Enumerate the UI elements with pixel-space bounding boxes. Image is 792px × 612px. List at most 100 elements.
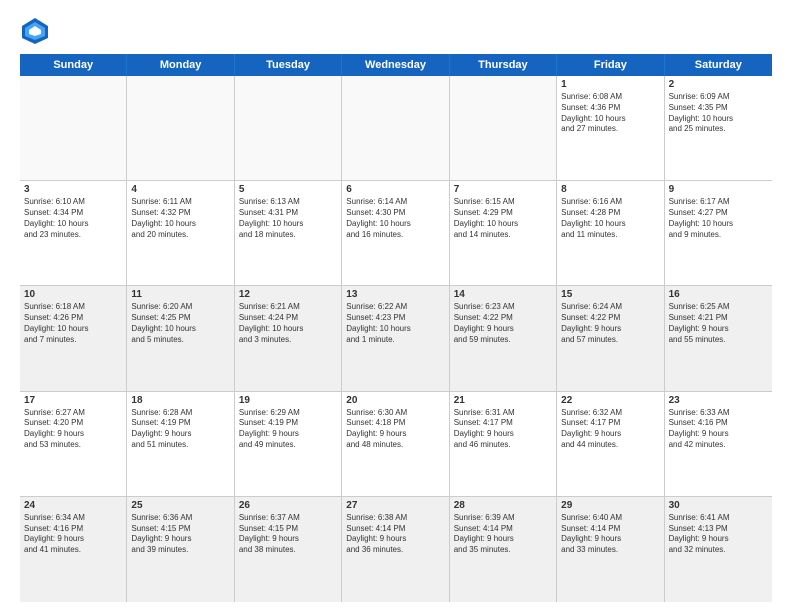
day-number: 11 <box>131 289 229 300</box>
day-number: 19 <box>239 395 337 406</box>
day-number: 18 <box>131 395 229 406</box>
day-info: Sunrise: 6:28 AMSunset: 4:19 PMDaylight:… <box>131 408 229 451</box>
day-info: Sunrise: 6:27 AMSunset: 4:20 PMDaylight:… <box>24 408 122 451</box>
day-info: Sunrise: 6:36 AMSunset: 4:15 PMDaylight:… <box>131 513 229 556</box>
day-number: 7 <box>454 184 552 195</box>
calendar-day-8: 8 Sunrise: 6:16 AMSunset: 4:28 PMDaylight… <box>557 181 664 285</box>
day-info: Sunrise: 6:18 AMSunset: 4:26 PMDaylight:… <box>24 302 122 345</box>
day-number: 13 <box>346 289 444 300</box>
day-info: Sunrise: 6:09 AMSunset: 4:35 PMDaylight:… <box>669 92 768 135</box>
day-info: Sunrise: 6:15 AMSunset: 4:29 PMDaylight:… <box>454 197 552 240</box>
day-info: Sunrise: 6:37 AMSunset: 4:15 PMDaylight:… <box>239 513 337 556</box>
day-number: 27 <box>346 500 444 511</box>
day-info: Sunrise: 6:22 AMSunset: 4:23 PMDaylight:… <box>346 302 444 345</box>
day-number: 3 <box>24 184 122 195</box>
header-day-wednesday: Wednesday <box>342 54 449 76</box>
header-day-tuesday: Tuesday <box>235 54 342 76</box>
calendar-day-20: 20 Sunrise: 6:30 AMSunset: 4:18 PMDayligh… <box>342 392 449 496</box>
calendar-week-1: 1 Sunrise: 6:08 AMSunset: 4:36 PMDaylight… <box>20 76 772 181</box>
day-number: 20 <box>346 395 444 406</box>
header-day-sunday: Sunday <box>20 54 127 76</box>
day-info: Sunrise: 6:20 AMSunset: 4:25 PMDaylight:… <box>131 302 229 345</box>
calendar-header: SundayMondayTuesdayWednesdayThursdayFrid… <box>20 54 772 76</box>
day-number: 14 <box>454 289 552 300</box>
header <box>20 16 772 46</box>
calendar-day-15: 15Sunrise: 6:24 AMSunset: 4:22 PMDayligh… <box>557 286 664 390</box>
calendar-day-6: 6 Sunrise: 6:14 AMSunset: 4:30 PMDaylight… <box>342 181 449 285</box>
day-number: 30 <box>669 500 768 511</box>
header-day-monday: Monday <box>127 54 234 76</box>
calendar-day-11: 11 Sunrise: 6:20 AMSunset: 4:25 PMDayligh… <box>127 286 234 390</box>
calendar-day-empty <box>127 76 234 180</box>
day-info: Sunrise: 6:08 AMSunset: 4:36 PMDaylight:… <box>561 92 659 135</box>
calendar-day-23: 23Sunrise: 6:33 AMSunset: 4:16 PMDayligh… <box>665 392 772 496</box>
day-info: Sunrise: 6:21 AMSunset: 4:24 PMDaylight:… <box>239 302 337 345</box>
logo <box>20 16 56 46</box>
calendar: SundayMondayTuesdayWednesdayThursdayFrid… <box>20 54 772 602</box>
day-number: 22 <box>561 395 659 406</box>
calendar-day-7: 7 Sunrise: 6:15 AMSunset: 4:29 PMDaylight… <box>450 181 557 285</box>
day-number: 6 <box>346 184 444 195</box>
day-info: Sunrise: 6:25 AMSunset: 4:21 PMDaylight:… <box>669 302 768 345</box>
day-info: Sunrise: 6:31 AMSunset: 4:17 PMDaylight:… <box>454 408 552 451</box>
calendar-day-3: 3 Sunrise: 6:10 AMSunset: 4:34 PMDaylight… <box>20 181 127 285</box>
day-info: Sunrise: 6:39 AMSunset: 4:14 PMDaylight:… <box>454 513 552 556</box>
day-number: 21 <box>454 395 552 406</box>
day-info: Sunrise: 6:17 AMSunset: 4:27 PMDaylight:… <box>669 197 768 240</box>
calendar-day-17: 17Sunrise: 6:27 AMSunset: 4:20 PMDayligh… <box>20 392 127 496</box>
calendar-day-empty <box>342 76 449 180</box>
calendar-day-1: 1 Sunrise: 6:08 AMSunset: 4:36 PMDaylight… <box>557 76 664 180</box>
page: SundayMondayTuesdayWednesdayThursdayFrid… <box>0 0 792 612</box>
calendar-week-3: 10 Sunrise: 6:18 AMSunset: 4:26 PMDayligh… <box>20 286 772 391</box>
day-number: 23 <box>669 395 768 406</box>
day-info: Sunrise: 6:41 AMSunset: 4:13 PMDaylight:… <box>669 513 768 556</box>
day-number: 28 <box>454 500 552 511</box>
day-number: 5 <box>239 184 337 195</box>
day-info: Sunrise: 6:24 AMSunset: 4:22 PMDaylight:… <box>561 302 659 345</box>
calendar-day-4: 4 Sunrise: 6:11 AMSunset: 4:32 PMDaylight… <box>127 181 234 285</box>
day-info: Sunrise: 6:16 AMSunset: 4:28 PMDaylight:… <box>561 197 659 240</box>
calendar-day-18: 18 Sunrise: 6:28 AMSunset: 4:19 PMDayligh… <box>127 392 234 496</box>
calendar-day-5: 5 Sunrise: 6:13 AMSunset: 4:31 PMDaylight… <box>235 181 342 285</box>
calendar-day-empty <box>235 76 342 180</box>
calendar-day-21: 21 Sunrise: 6:31 AMSunset: 4:17 PMDayligh… <box>450 392 557 496</box>
day-info: Sunrise: 6:14 AMSunset: 4:30 PMDaylight:… <box>346 197 444 240</box>
calendar-body: 1 Sunrise: 6:08 AMSunset: 4:36 PMDaylight… <box>20 76 772 602</box>
day-number: 29 <box>561 500 659 511</box>
calendar-day-10: 10 Sunrise: 6:18 AMSunset: 4:26 PMDayligh… <box>20 286 127 390</box>
calendar-day-19: 19 Sunrise: 6:29 AMSunset: 4:19 PMDayligh… <box>235 392 342 496</box>
calendar-week-5: 24Sunrise: 6:34 AMSunset: 4:16 PMDayligh… <box>20 497 772 602</box>
day-number: 10 <box>24 289 122 300</box>
calendar-day-14: 14Sunrise: 6:23 AMSunset: 4:22 PMDayligh… <box>450 286 557 390</box>
calendar-day-24: 24Sunrise: 6:34 AMSunset: 4:16 PMDayligh… <box>20 497 127 602</box>
calendar-day-12: 12 Sunrise: 6:21 AMSunset: 4:24 PMDayligh… <box>235 286 342 390</box>
day-info: Sunrise: 6:30 AMSunset: 4:18 PMDaylight:… <box>346 408 444 451</box>
day-info: Sunrise: 6:10 AMSunset: 4:34 PMDaylight:… <box>24 197 122 240</box>
day-info: Sunrise: 6:32 AMSunset: 4:17 PMDaylight:… <box>561 408 659 451</box>
day-number: 2 <box>669 79 768 90</box>
calendar-day-28: 28 Sunrise: 6:39 AMSunset: 4:14 PMDayligh… <box>450 497 557 602</box>
calendar-day-25: 25 Sunrise: 6:36 AMSunset: 4:15 PMDayligh… <box>127 497 234 602</box>
day-info: Sunrise: 6:38 AMSunset: 4:14 PMDaylight:… <box>346 513 444 556</box>
calendar-day-empty <box>450 76 557 180</box>
logo-icon <box>20 16 50 46</box>
day-number: 9 <box>669 184 768 195</box>
header-day-saturday: Saturday <box>665 54 772 76</box>
day-number: 4 <box>131 184 229 195</box>
calendar-day-9: 9 Sunrise: 6:17 AMSunset: 4:27 PMDaylight… <box>665 181 772 285</box>
day-info: Sunrise: 6:40 AMSunset: 4:14 PMDaylight:… <box>561 513 659 556</box>
day-number: 16 <box>669 289 768 300</box>
day-number: 1 <box>561 79 659 90</box>
day-info: Sunrise: 6:29 AMSunset: 4:19 PMDaylight:… <box>239 408 337 451</box>
calendar-day-30: 30 Sunrise: 6:41 AMSunset: 4:13 PMDayligh… <box>665 497 772 602</box>
day-number: 24 <box>24 500 122 511</box>
day-info: Sunrise: 6:13 AMSunset: 4:31 PMDaylight:… <box>239 197 337 240</box>
day-number: 12 <box>239 289 337 300</box>
calendar-day-26: 26Sunrise: 6:37 AMSunset: 4:15 PMDayligh… <box>235 497 342 602</box>
day-number: 25 <box>131 500 229 511</box>
header-day-friday: Friday <box>557 54 664 76</box>
day-info: Sunrise: 6:11 AMSunset: 4:32 PMDaylight:… <box>131 197 229 240</box>
day-number: 8 <box>561 184 659 195</box>
calendar-day-27: 27 Sunrise: 6:38 AMSunset: 4:14 PMDayligh… <box>342 497 449 602</box>
header-day-thursday: Thursday <box>450 54 557 76</box>
